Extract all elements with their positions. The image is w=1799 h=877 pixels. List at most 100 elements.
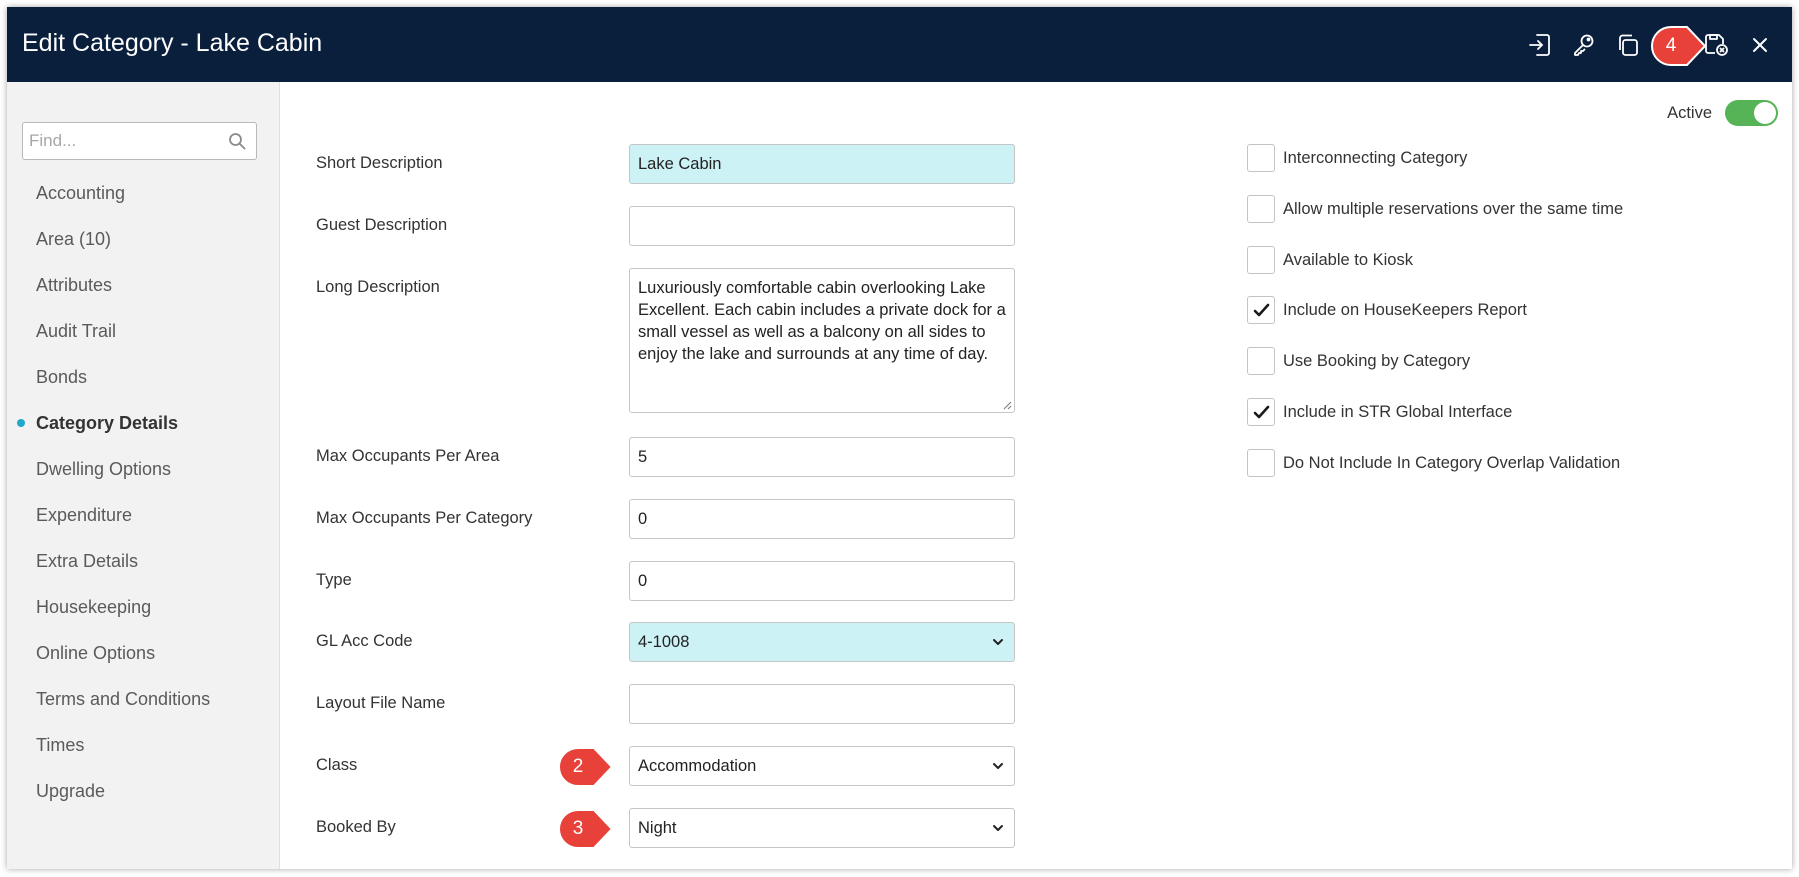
key-icon[interactable] — [1562, 23, 1606, 67]
booked-by-select[interactable]: Night — [629, 808, 1015, 848]
sidebar-item-label: Expenditure — [36, 505, 133, 525]
sidebar-item-label: Area (10) — [36, 229, 112, 249]
long-description-text: Luxuriously comfortable cabin overlookin… — [638, 279, 1006, 363]
sidebar-item-label: Extra Details — [36, 551, 139, 571]
find-box[interactable] — [22, 122, 257, 160]
gl-acc-code-select[interactable]: 4-1008 — [629, 622, 1015, 662]
sidebar-item-bonds[interactable]: Bonds — [7, 354, 280, 400]
layout-file-name-label: Layout File Name — [316, 694, 446, 712]
active-toggle-group: Active — [1667, 100, 1778, 126]
sidebar-item-dwelling-options[interactable]: Dwelling Options — [7, 446, 280, 492]
long-description-textarea[interactable]: Luxuriously comfortable cabin overlookin… — [629, 268, 1015, 413]
long-description-label: Long Description — [316, 278, 440, 296]
option-allow-multiple-reservations: Allow multiple reservations over the sam… — [1247, 194, 1623, 224]
class-select[interactable]: Accommodation — [629, 746, 1015, 786]
sidebar-nav: Accounting Area (10) Attributes Audit Tr… — [7, 170, 280, 814]
class-value: Accommodation — [638, 757, 757, 775]
interconnecting-category-label: Interconnecting Category — [1283, 148, 1468, 167]
title-bar: Edit Category - Lake Cabin 4 — [7, 7, 1792, 82]
step-badge-4-number: 4 — [1665, 35, 1677, 56]
sidebar-item-extra-details[interactable]: Extra Details — [7, 538, 280, 584]
guest-description-label: Guest Description — [316, 216, 448, 234]
max-occupants-area-input[interactable]: 5 — [629, 437, 1015, 477]
step-badge-3: 3 — [556, 808, 616, 850]
sidebar-item-terms-and-conditions[interactable]: Terms and Conditions — [7, 676, 280, 722]
option-use-booking-by-category: Use Booking by Category — [1247, 346, 1470, 376]
class-label: Class — [316, 756, 358, 774]
sidebar-item-label: Upgrade — [36, 781, 106, 801]
available-to-kiosk-label: Available to Kiosk — [1283, 250, 1413, 269]
edit-category-window: Edit Category - Lake Cabin 4 Find... Acc… — [7, 7, 1792, 869]
toggle-knob — [1754, 102, 1776, 124]
use-booking-by-category-label: Use Booking by Category — [1283, 351, 1471, 370]
chevron-down-icon — [993, 639, 1003, 645]
step-badge-2: 2 — [556, 746, 616, 788]
sidebar-item-label: Online Options — [36, 643, 156, 663]
close-icon[interactable] — [1738, 23, 1782, 67]
find-input[interactable] — [29, 123, 219, 159]
step-badge-4: 4 — [1649, 25, 1709, 67]
guest-description-input[interactable] — [629, 206, 1015, 246]
resize-grip-icon[interactable] — [1002, 400, 1012, 410]
search-icon[interactable] — [228, 132, 246, 150]
step-badge-2-number: 2 — [572, 756, 584, 777]
max-occupants-category-input[interactable]: 0 — [629, 499, 1015, 539]
sidebar-item-times[interactable]: Times — [7, 722, 280, 768]
chevron-down-icon — [993, 763, 1003, 769]
allow-multiple-reservations-label: Allow multiple reservations over the sam… — [1283, 199, 1624, 218]
do-not-include-overlap-checkbox[interactable] — [1247, 449, 1275, 477]
sidebar-item-housekeeping[interactable]: Housekeeping — [7, 584, 280, 630]
sidebar-item-expenditure[interactable]: Expenditure — [7, 492, 280, 538]
sidebar-item-label: Dwelling Options — [36, 459, 172, 479]
type-input[interactable]: 0 — [629, 561, 1015, 601]
sidebar: Accounting Area (10) Attributes Audit Tr… — [7, 82, 280, 869]
short-description-label: Short Description — [316, 154, 443, 172]
window-title: Edit Category - Lake Cabin — [22, 29, 323, 57]
sidebar-item-label: Terms and Conditions — [36, 689, 211, 709]
sign-in-icon[interactable] — [1518, 23, 1562, 67]
gl-acc-code-value: 4-1008 — [638, 633, 690, 651]
sidebar-item-label: Attributes — [36, 275, 113, 295]
max-occupants-area-label: Max Occupants Per Area — [316, 447, 500, 465]
max-occupants-category-label: Max Occupants Per Category — [316, 509, 533, 527]
interconnecting-category-checkbox[interactable] — [1247, 144, 1275, 172]
sidebar-item-category-details[interactable]: Category Details — [7, 400, 280, 446]
step-badge-3-number: 3 — [572, 818, 584, 839]
sidebar-item-area[interactable]: Area (10) — [7, 216, 280, 262]
booked-by-label: Booked By — [316, 818, 396, 836]
include-in-str-global-checkbox[interactable] — [1247, 398, 1275, 426]
booked-by-value: Night — [638, 819, 677, 837]
use-booking-by-category-checkbox[interactable] — [1247, 347, 1275, 375]
sidebar-item-online-options[interactable]: Online Options — [7, 630, 280, 676]
available-to-kiosk-checkbox[interactable] — [1247, 246, 1275, 274]
checkmark-icon — [1253, 405, 1270, 419]
option-include-in-str-global: Include in STR Global Interface — [1247, 397, 1512, 427]
sidebar-item-upgrade[interactable]: Upgrade — [7, 768, 280, 814]
include-on-housekeepers-report-label: Include on HouseKeepers Report — [1283, 300, 1527, 319]
option-available-to-kiosk: Available to Kiosk — [1247, 245, 1413, 275]
copy-icon[interactable] — [1606, 23, 1650, 67]
do-not-include-overlap-label: Do Not Include In Category Overlap Valid… — [1283, 453, 1621, 472]
type-label: Type — [316, 571, 352, 589]
checkmark-icon — [1253, 303, 1270, 317]
sidebar-item-label: Accounting — [36, 183, 126, 203]
sidebar-item-accounting[interactable]: Accounting — [7, 170, 280, 216]
allow-multiple-reservations-checkbox[interactable] — [1247, 195, 1275, 223]
sidebar-item-audit-trail[interactable]: Audit Trail — [7, 308, 280, 354]
active-dot — [17, 419, 25, 427]
category-details-form: Short Description Lake Cabin Guest Descr… — [280, 82, 1792, 869]
option-include-on-housekeepers-report: Include on HouseKeepers Report — [1247, 295, 1527, 325]
sidebar-item-label: Times — [36, 735, 85, 755]
short-description-input[interactable]: Lake Cabin — [629, 144, 1015, 184]
chevron-down-icon — [993, 825, 1003, 831]
sidebar-item-attributes[interactable]: Attributes — [7, 262, 280, 308]
include-on-housekeepers-report-checkbox[interactable] — [1247, 296, 1275, 324]
option-interconnecting-category: Interconnecting Category — [1247, 143, 1467, 173]
active-label: Active — [1667, 103, 1712, 122]
active-toggle[interactable] — [1725, 100, 1778, 126]
gl-acc-code-label: GL Acc Code — [316, 632, 413, 650]
sidebar-item-label: Category Details — [36, 413, 179, 433]
layout-file-name-input[interactable] — [629, 684, 1015, 724]
sidebar-item-label: Bonds — [36, 367, 88, 387]
option-do-not-include-overlap: Do Not Include In Category Overlap Valid… — [1247, 448, 1620, 478]
